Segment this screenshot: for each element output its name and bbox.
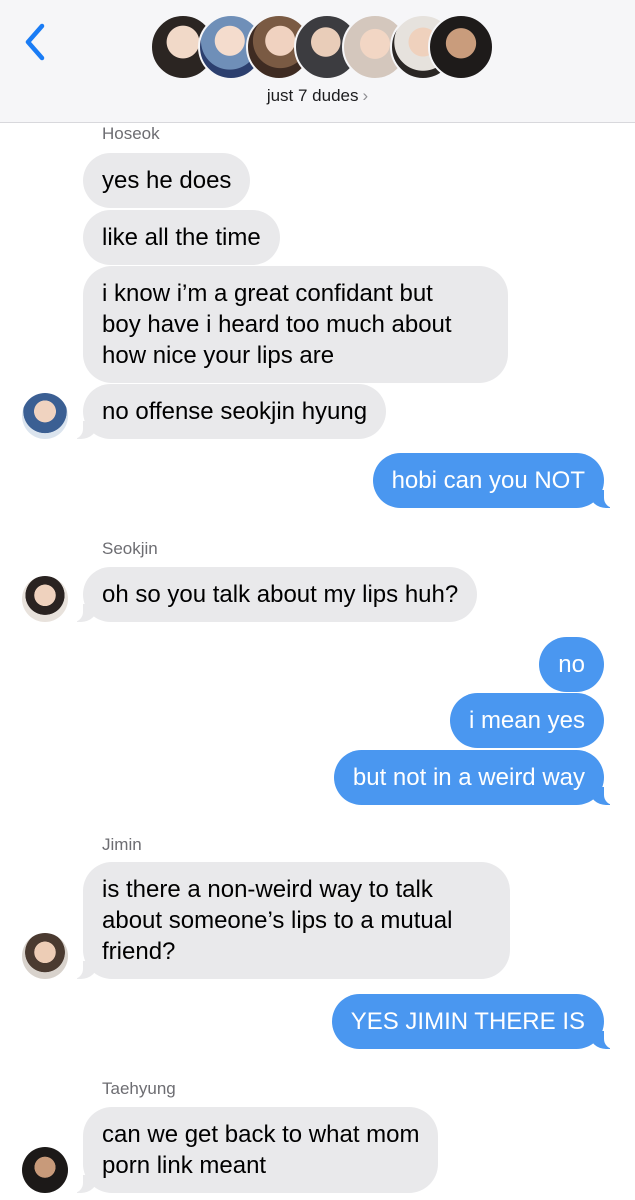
conversation-header: just 7 dudes › <box>0 0 635 123</box>
message-bubble-incoming[interactable]: yes he does <box>83 153 251 208</box>
message-bubble-outgoing[interactable]: i mean yes <box>449 693 604 748</box>
message-text: no offense seokjin hyung <box>102 398 368 425</box>
group-name-label: just 7 dudes <box>266 86 359 105</box>
group-avatar <box>428 14 494 80</box>
sender-name: Jimin <box>102 835 142 854</box>
message-text: oh so you talk about my lips huh? <box>102 581 459 608</box>
avatar[interactable] <box>22 933 68 979</box>
message-bubble-outgoing[interactable]: YES JIMIN THERE IS <box>331 994 615 1049</box>
message-bubble-outgoing[interactable]: no <box>539 637 604 692</box>
message-text-line: i know i’m a great confidant but <box>102 280 433 307</box>
message-text-line: is there a non-weird way to talk <box>102 876 433 903</box>
sender-name: Seokjin <box>102 539 158 558</box>
avatar[interactable] <box>22 393 68 439</box>
message-text: but not in a weird way <box>352 764 585 791</box>
message-text-line: boy have i heard too much about <box>102 311 452 338</box>
message-text: i mean yes <box>468 707 585 734</box>
message-text-line: about someone’s lips to a mutual <box>102 907 453 934</box>
sender-name: Hoseok <box>102 124 160 143</box>
sender-name: Taehyung <box>102 1079 176 1098</box>
message-text: no <box>558 651 585 678</box>
message-text-line: friend? <box>102 938 176 965</box>
back-chevron-icon[interactable] <box>22 20 52 64</box>
message-text: like all the time <box>102 224 261 251</box>
message-bubble-incoming[interactable]: is there a non-weird way to talk about s… <box>73 862 510 979</box>
message-bubble-outgoing[interactable]: but not in a weird way <box>333 750 615 805</box>
group-name[interactable]: just 7 dudes › <box>0 86 635 106</box>
message-text-line: how nice your lips are <box>102 342 335 369</box>
message-text: yes he does <box>102 167 232 194</box>
message-bubble-incoming[interactable]: i know i’m a great confidant but boy hav… <box>83 266 508 383</box>
message-bubble-outgoing[interactable]: hobi can you NOT <box>372 453 615 508</box>
message-bubble-incoming[interactable]: like all the time <box>83 210 280 265</box>
message-bubble-incoming[interactable]: no offense seokjin hyung <box>72 384 387 439</box>
message-text: hobi can you NOT <box>391 467 585 494</box>
message-text-line: porn link meant <box>102 1152 267 1179</box>
avatar[interactable] <box>22 1147 68 1193</box>
group-avatars[interactable] <box>150 14 494 80</box>
message-bubble-incoming[interactable]: oh so you talk about my lips huh? <box>72 567 478 622</box>
message-text-line: can we get back to what mom <box>102 1121 420 1148</box>
avatar[interactable] <box>22 576 68 622</box>
message-bubble-incoming[interactable]: can we get back to what mom porn link me… <box>72 1107 439 1193</box>
chevron-right-icon: › <box>362 86 369 105</box>
message-text: YES JIMIN THERE IS <box>350 1008 585 1035</box>
